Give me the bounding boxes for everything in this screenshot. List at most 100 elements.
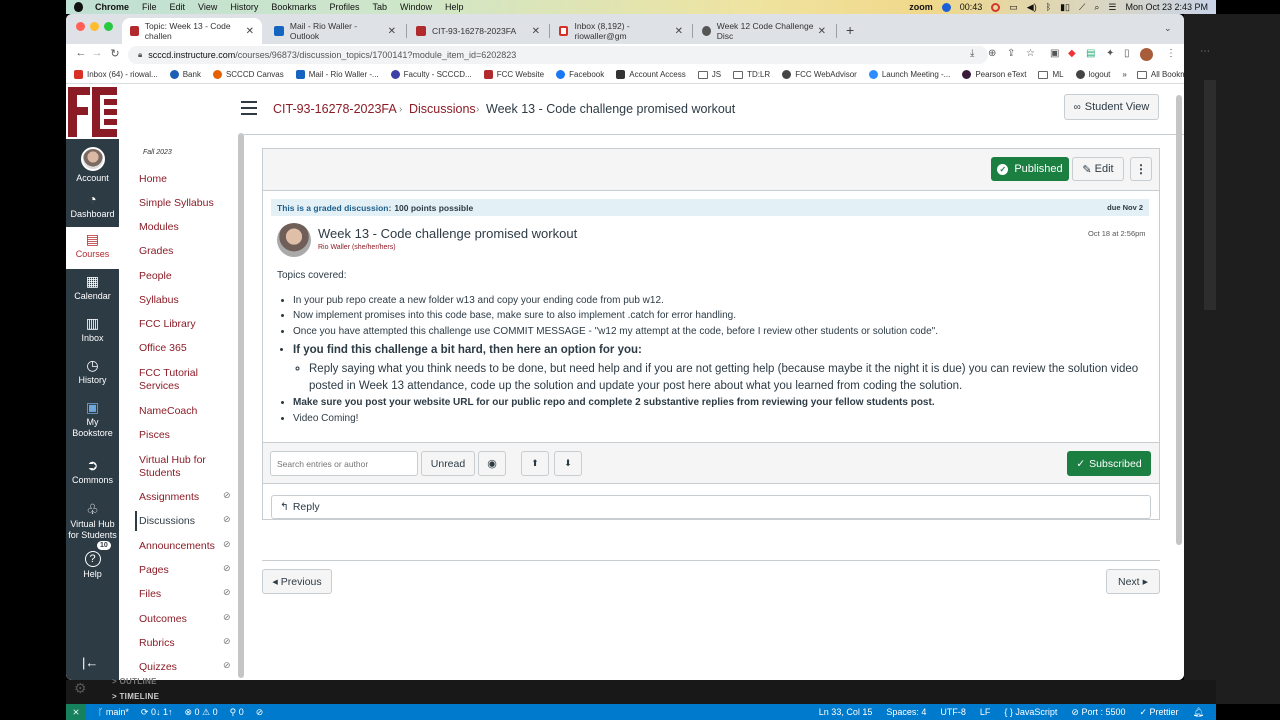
live-server-port[interactable]: ⊘ Port : 5500 <box>1071 707 1125 718</box>
new-tab-button[interactable]: + <box>846 22 854 38</box>
course-nav-namecoach[interactable]: NameCoach <box>139 405 234 418</box>
more-actions-icon[interactable]: ⋯ <box>1200 46 1210 57</box>
close-window-button[interactable] <box>76 22 85 31</box>
stop-recording-icon[interactable] <box>991 2 1001 12</box>
reply-button[interactable]: ↰ Reply <box>271 495 1151 519</box>
bookmark-item[interactable]: TD:LR <box>733 70 770 79</box>
pause-recording-icon[interactable] <box>941 2 951 12</box>
encoding[interactable]: UTF-8 <box>940 707 966 718</box>
course-nav-fcc-library[interactable]: FCC Library <box>139 318 234 331</box>
menu-history[interactable]: History <box>230 2 258 12</box>
address-bar[interactable]: 🔒︎ scccd.instructure.com/courses/96873/d… <box>128 46 988 64</box>
page-scrollbar[interactable] <box>1176 95 1182 545</box>
indentation[interactable]: Spaces: 4 <box>886 707 926 718</box>
browser-tab[interactable]: Mail - Rio Waller - Outlook ✕ <box>266 18 404 44</box>
menu-bookmarks[interactable]: Bookmarks <box>271 2 316 12</box>
bookmark-item[interactable]: logout <box>1075 70 1110 79</box>
course-nav-discussions[interactable]: Discussions <box>139 515 234 528</box>
bookmark-item[interactable]: Launch Meeting -... <box>868 70 950 79</box>
breadcrumb-discussions[interactable]: Discussions <box>409 102 476 116</box>
global-nav-courses[interactable]: ▤ Courses <box>66 227 119 269</box>
menu-edit[interactable]: Edit <box>170 2 186 12</box>
global-nav-inbox[interactable]: ▥ Inbox <box>66 311 119 351</box>
close-tab-icon[interactable]: ✕ <box>532 26 540 37</box>
extension-icon[interactable]: ◆ <box>1068 48 1076 59</box>
hamburger-menu-icon[interactable] <box>241 101 257 119</box>
side-panel-icon[interactable]: ▯ <box>1124 48 1130 59</box>
course-nav-files[interactable]: Files <box>139 588 234 601</box>
close-tab-icon[interactable]: ✕ <box>818 26 826 37</box>
mark-read-eye-icon[interactable]: ◉ <box>478 451 506 476</box>
course-nav-assignments[interactable]: Assignments <box>139 491 234 504</box>
timeline-section[interactable]: > TIMELINE <box>112 692 159 701</box>
bookmark-item[interactable]: FCC Website <box>483 70 544 79</box>
more-options-button[interactable]: ⋮ <box>1130 157 1152 181</box>
global-nav-virtual-hub-for-students[interactable]: ♧ Virtual Hub for Students <box>66 497 119 545</box>
live-share-icon[interactable]: ⊘ <box>256 707 264 718</box>
global-nav-history[interactable]: ◷ History <box>66 353 119 393</box>
control-center-icon[interactable]: ☰ <box>1108 2 1116 13</box>
expand-replies-icon[interactable]: ⬇ <box>554 451 582 476</box>
student-view-button[interactable]: ∞ Student View <box>1064 94 1159 120</box>
extensions-puzzle-icon[interactable]: ✦ <box>1106 48 1114 59</box>
menu-view[interactable]: View <box>198 2 217 12</box>
subscribed-button[interactable]: ✓ Subscribed <box>1067 451 1151 476</box>
collapse-nav-icon[interactable]: |← <box>82 655 98 670</box>
remote-icon[interactable]: ⨯ <box>66 704 86 720</box>
global-nav-commons[interactable]: ➲ Commons <box>66 453 119 495</box>
course-nav-pisces[interactable]: Pisces <box>139 429 234 442</box>
editor-scrollbar[interactable] <box>1204 80 1216 310</box>
bookmark-item[interactable]: Faculty - SCCCD... <box>390 70 472 79</box>
global-nav-help[interactable]: ? 10 Help <box>66 541 119 585</box>
menu-window[interactable]: Window <box>400 2 432 12</box>
bookmark-item[interactable]: Facebook <box>556 70 604 79</box>
author-name[interactable]: Rio Waller (she/her/hers) <box>318 244 396 251</box>
browser-tab[interactable]: Inbox (8,192) - riowaller@gm ✕ <box>551 18 691 44</box>
previous-button[interactable]: ◀ Previous <box>262 569 332 594</box>
breadcrumb-course[interactable]: CIT-93-16278-2023FA <box>273 102 397 116</box>
close-tab-icon[interactable]: ✕ <box>675 26 683 37</box>
course-nav-virtual-hub-for-students[interactable]: Virtual Hub for Students <box>139 454 234 480</box>
bookmark-item[interactable]: ML <box>1038 70 1064 79</box>
global-nav-calendar[interactable]: ▦ Calendar <box>66 269 119 309</box>
menu-help[interactable]: Help <box>445 2 464 12</box>
global-nav-account[interactable]: Account <box>66 143 119 183</box>
battery-icon[interactable]: ▮▯ <box>1060 2 1070 13</box>
close-tab-icon[interactable]: ✕ <box>388 26 396 37</box>
volume-icon[interactable]: ◀) <box>1027 2 1037 13</box>
menu-profiles[interactable]: Profiles <box>329 2 359 12</box>
browser-tab[interactable]: Week 12 Code Challenge Disc ✕ <box>694 18 834 44</box>
chrome-menu-icon[interactable]: ⋮ <box>1166 48 1176 59</box>
menu-tab[interactable]: Tab <box>372 2 387 12</box>
unread-filter-button[interactable]: Unread <box>421 451 475 476</box>
zoom-window-button[interactable] <box>104 22 113 31</box>
install-app-icon[interactable]: ⤓ <box>970 48 974 59</box>
browser-tab-active[interactable]: Topic: Week 13 - Code challen ✕ <box>122 18 262 44</box>
author-avatar[interactable] <box>277 223 311 257</box>
extension-icon[interactable]: ▣ <box>1050 48 1059 59</box>
spotlight-search-icon[interactable]: ⌕ <box>1094 2 1099 13</box>
gear-icon[interactable]: ⚙ <box>74 680 87 697</box>
lock-icon[interactable]: 🔒︎ <box>138 50 142 60</box>
edit-button[interactable]: ✎ Edit <box>1072 157 1124 181</box>
extension-icon[interactable]: ▤ <box>1086 48 1095 59</box>
profile-avatar[interactable] <box>1140 48 1153 61</box>
ports-status[interactable]: ⚲ 0 <box>230 707 244 718</box>
global-nav-dashboard[interactable]: ◔ Dashboard <box>66 187 119 227</box>
bookmark-item[interactable]: Account Access <box>616 70 686 79</box>
apple-icon[interactable] <box>74 2 83 12</box>
bookmark-item[interactable]: JS <box>697 70 721 79</box>
course-nav-simple-syllabus[interactable]: Simple Syllabus <box>139 197 234 210</box>
bookmark-star-icon[interactable]: ☆ <box>1026 48 1035 59</box>
outline-section[interactable]: > OUTLINE <box>112 677 157 686</box>
share-icon[interactable]: ⇪ <box>1007 48 1015 59</box>
course-nav-fcc-tutorial-services[interactable]: FCC Tutorial Services <box>139 367 234 393</box>
sync-status[interactable]: ⟳ 0↓ 1↑ <box>141 707 173 718</box>
tab-search-chevron-icon[interactable]: ⌄ <box>1164 23 1172 34</box>
problems-status[interactable]: ⊗ 0 ⚠ 0 <box>184 707 217 718</box>
menu-chrome[interactable]: Chrome <box>95 2 129 12</box>
course-nav-home[interactable]: Home <box>139 173 234 186</box>
all-bookmarks-button[interactable]: All Bookmarks <box>1136 70 1184 79</box>
line-ending[interactable]: LF <box>980 707 991 718</box>
menu-file[interactable]: File <box>142 2 157 12</box>
